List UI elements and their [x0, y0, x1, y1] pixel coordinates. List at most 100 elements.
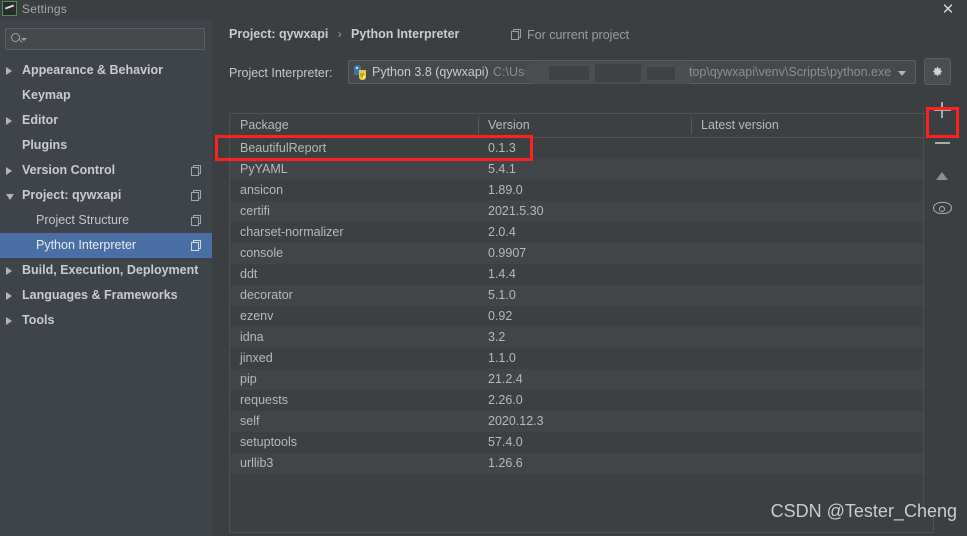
breadcrumb-separator: ›: [337, 27, 342, 41]
sidebar-item-build-execution-deployment[interactable]: Build, Execution, Deployment: [0, 258, 212, 283]
uninstall-package-button[interactable]: [925, 126, 960, 159]
table-row[interactable]: ezenv 0.92: [230, 306, 933, 327]
chevron-right-icon[interactable]: [6, 167, 12, 175]
packages-toolbar: [925, 93, 960, 513]
cell-version: 5.4.1: [488, 162, 516, 176]
sidebar-item-label: Python Interpreter: [36, 238, 137, 252]
copy-icon: [191, 190, 202, 201]
sidebar-item-version-control[interactable]: Version Control: [0, 158, 212, 183]
copy-icon: [191, 240, 202, 251]
cell-version: 2021.5.30: [488, 204, 544, 218]
table-row[interactable]: console 0.9907: [230, 243, 933, 264]
cell-package: ansicon: [240, 183, 284, 197]
cell-latest: [691, 390, 933, 411]
table-row[interactable]: PyYAML 5.4.1: [230, 159, 933, 180]
cell-version: 21.2.4: [488, 372, 523, 386]
sidebar-item-label: Build, Execution, Deployment: [22, 263, 199, 277]
copy-icon: [191, 165, 202, 176]
chevron-down-icon[interactable]: [898, 71, 906, 76]
chevron-right-icon[interactable]: [6, 317, 12, 325]
install-package-button[interactable]: [925, 93, 960, 126]
chevron-right-icon[interactable]: [6, 117, 12, 125]
cell-latest: [691, 201, 933, 222]
column-header-package[interactable]: Package: [230, 114, 478, 137]
breadcrumb-item-project[interactable]: Project: qywxapi: [229, 27, 328, 41]
cell-package: ezenv: [240, 309, 274, 323]
settings-dialog: Settings ✕ Appearance & Behavior Keymap Ed…: [0, 0, 967, 536]
column-header-version[interactable]: Version: [478, 114, 691, 137]
sidebar-item-label: Languages & Frameworks: [22, 288, 178, 302]
chevron-right-icon[interactable]: [6, 292, 12, 300]
table-row[interactable]: ansicon 1.89.0: [230, 180, 933, 201]
cell-latest: [691, 453, 933, 474]
sidebar-item-languages-frameworks[interactable]: Languages & Frameworks: [0, 283, 212, 308]
table-row[interactable]: charset-normalizer 2.0.4: [230, 222, 933, 243]
sidebar-item-label: Appearance & Behavior: [22, 63, 164, 77]
column-divider[interactable]: [691, 117, 692, 134]
cell-latest: [691, 285, 933, 306]
cell-version: 1.1.0: [488, 351, 516, 365]
cell-package: decorator: [240, 288, 293, 302]
search-input[interactable]: [30, 31, 204, 50]
sidebar-item-appearance-behavior[interactable]: Appearance & Behavior: [0, 58, 212, 83]
chevron-right-icon[interactable]: [6, 267, 12, 275]
settings-content: Project: qywxapi › Python Interpreter Fo…: [212, 20, 967, 536]
cell-latest: [691, 138, 933, 159]
cell-package: requests: [240, 393, 288, 407]
project-interpreter-combo[interactable]: v Python 3.8 (qywxapi) C:\Use top\qywxap…: [348, 60, 916, 84]
chevron-down-icon[interactable]: [6, 194, 14, 200]
table-row[interactable]: self 2020.12.3: [230, 411, 933, 432]
sidebar-item-keymap[interactable]: Keymap: [0, 83, 212, 108]
cell-latest: [691, 348, 933, 369]
copy-icon: [511, 29, 522, 40]
sidebar-item-project-structure[interactable]: Project Structure: [0, 208, 212, 233]
table-row[interactable]: BeautifulReport 0.1.3: [230, 138, 933, 159]
table-row[interactable]: requests 2.26.0: [230, 390, 933, 411]
table-row[interactable]: pip 21.2.4: [230, 369, 933, 390]
cell-version: 2.0.4: [488, 225, 516, 239]
chevron-right-icon[interactable]: [6, 67, 12, 75]
packages-table: Package Version Latest version BeautifulRe…: [229, 113, 934, 533]
table-row[interactable]: decorator 5.1.0: [230, 285, 933, 306]
cell-latest: [691, 327, 933, 348]
table-row[interactable]: setuptools 57.4.0: [230, 432, 933, 453]
sidebar-item-editor[interactable]: Editor: [0, 108, 212, 133]
sidebar-item-tools[interactable]: Tools: [0, 308, 212, 333]
sidebar-item-label: Project: qywxapi: [22, 188, 122, 202]
close-icon[interactable]: ✕: [937, 1, 959, 19]
cell-package: PyYAML: [240, 162, 288, 176]
cell-latest: [691, 159, 933, 180]
column-divider[interactable]: [478, 117, 479, 134]
cell-package: BeautifulReport: [240, 141, 327, 155]
table-row[interactable]: ddt 1.4.4: [230, 264, 933, 285]
for-current-project-text: For current project: [527, 28, 630, 42]
interpreter-settings-button[interactable]: [924, 58, 951, 85]
search-box[interactable]: [5, 28, 205, 50]
cell-version: 1.26.6: [488, 456, 523, 470]
cell-latest: [691, 411, 933, 432]
cell-package: setuptools: [240, 435, 297, 449]
cell-package: ddt: [240, 267, 258, 281]
table-row[interactable]: jinxed 1.1.0: [230, 348, 933, 369]
table-row[interactable]: urllib3 1.26.6: [230, 453, 933, 474]
cell-version: 5.1.0: [488, 288, 516, 302]
sidebar-item-label: Plugins: [22, 138, 68, 152]
cell-version: 2020.12.3: [488, 414, 544, 428]
cell-package: charset-normalizer: [240, 225, 344, 239]
column-header-latest-version[interactable]: Latest version: [691, 114, 933, 137]
cell-version: 0.1.3: [488, 141, 516, 155]
table-row[interactable]: certifi 2021.5.30: [230, 201, 933, 222]
pycharm-icon: [2, 1, 17, 16]
upgrade-package-button[interactable]: [925, 159, 960, 192]
watermark: CSDN @Tester_Cheng: [770, 501, 957, 521]
cell-package: self: [240, 414, 260, 428]
sidebar-item-python-interpreter[interactable]: Python Interpreter: [0, 233, 212, 258]
copy-icon: [191, 215, 202, 226]
search-icon: [11, 33, 27, 46]
show-early-releases-button[interactable]: [925, 192, 960, 225]
cell-latest: [691, 264, 933, 285]
table-row[interactable]: idna 3.2: [230, 327, 933, 348]
sidebar-item-plugins[interactable]: Plugins: [0, 133, 212, 158]
sidebar-item-project-qywxapi[interactable]: Project: qywxapi: [0, 183, 212, 208]
interpreter-path-suffix: top\qywxapi\venv\Scripts\python.exe: [689, 65, 892, 79]
